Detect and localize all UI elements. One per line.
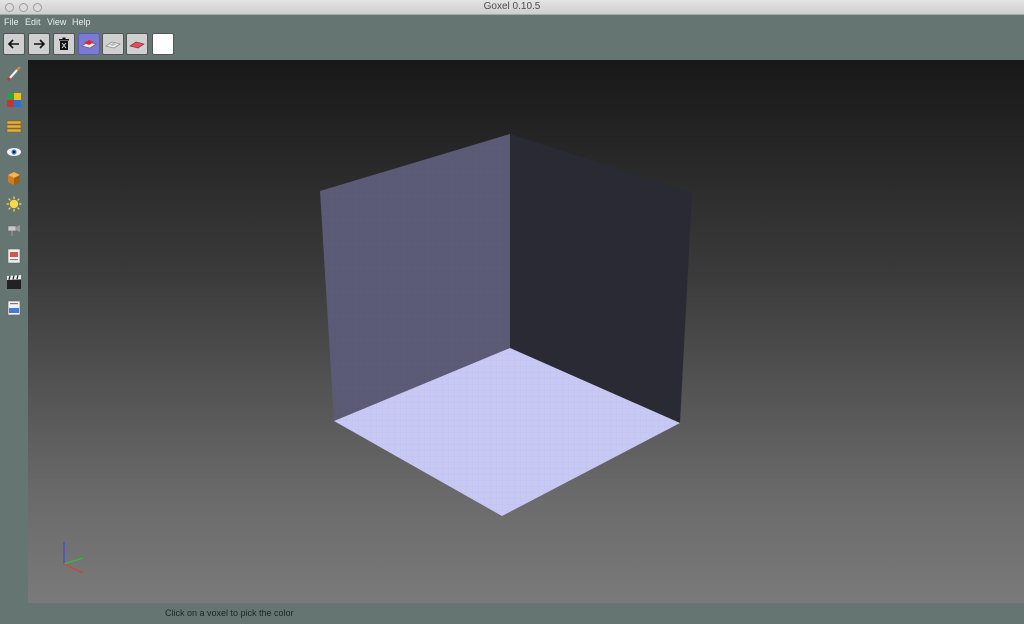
render-icon[interactable]: [6, 274, 22, 290]
subtract-mode-icon: [105, 41, 121, 49]
light-icon[interactable]: [6, 196, 22, 212]
export-icon[interactable]: [6, 300, 22, 316]
menu-file[interactable]: File: [4, 17, 19, 27]
subtract-mode-button[interactable]: [102, 33, 124, 55]
cameras-icon[interactable]: [6, 222, 22, 238]
window-title: Goxel 0.10.5: [483, 1, 541, 12]
image-icon[interactable]: [6, 248, 22, 264]
left-sidebar: [0, 60, 28, 603]
redo-button[interactable]: [28, 33, 50, 55]
redo-icon: [34, 39, 46, 49]
status-bar: Click on a voxel to pick the color: [0, 603, 1024, 624]
menu-help[interactable]: Help: [72, 17, 91, 27]
scene: [63, 134, 692, 574]
3d-viewport[interactable]: [28, 60, 1024, 603]
layers-icon[interactable]: [6, 118, 22, 134]
view-icon[interactable]: [6, 144, 22, 160]
undo-button[interactable]: [3, 33, 25, 55]
paint-mode-icon: [129, 41, 145, 49]
title-bar: Goxel 0.10.5: [0, 0, 1024, 15]
add-mode-button[interactable]: [78, 33, 100, 55]
color-swatch[interactable]: [152, 33, 174, 55]
brush-icon[interactable]: [6, 66, 22, 82]
clear-icon: [59, 37, 69, 50]
status-text: Click on a voxel to pick the color: [165, 608, 294, 618]
axis-gizmo: [63, 542, 84, 574]
material-icon[interactable]: [6, 170, 22, 186]
menu-edit[interactable]: Edit: [25, 17, 41, 27]
paint-mode-button[interactable]: [126, 33, 148, 55]
menu-view[interactable]: View: [47, 17, 66, 27]
clear-button[interactable]: [53, 33, 75, 55]
add-mode-icon: [81, 40, 97, 49]
undo-icon: [7, 39, 19, 49]
palette-icon[interactable]: [6, 92, 22, 108]
